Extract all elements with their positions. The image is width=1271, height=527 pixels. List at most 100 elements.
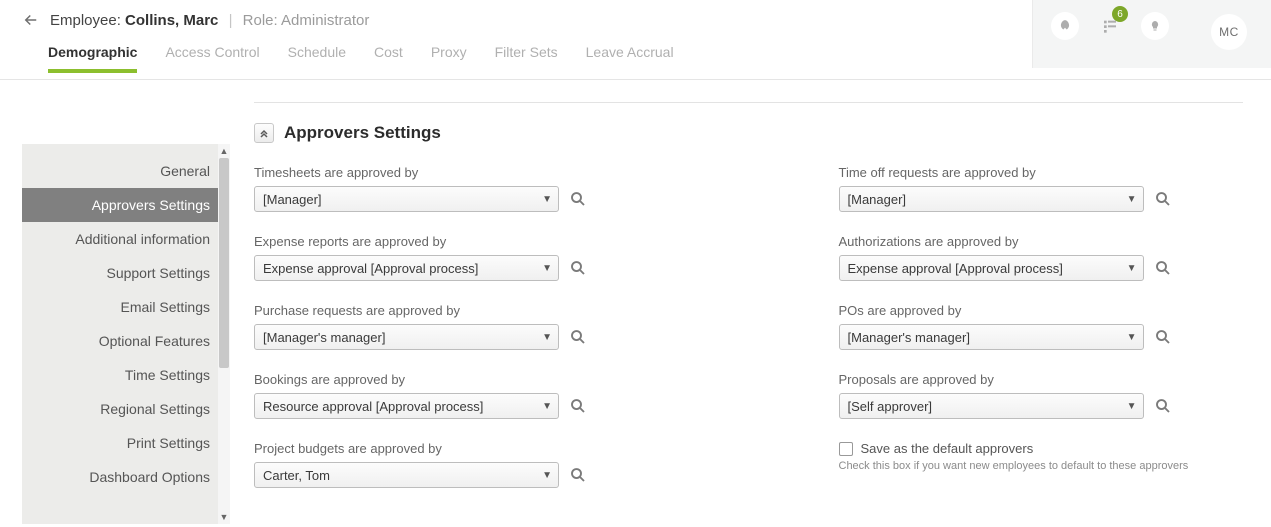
hint-text: Check this box if you want new employees… (839, 460, 1244, 472)
chevron-down-icon: ▼ (1127, 263, 1137, 274)
collapse-icon[interactable] (254, 123, 274, 143)
timesheets-select[interactable]: [Manager] ▼ (254, 186, 559, 212)
search-icon[interactable] (569, 190, 587, 208)
scroll-thumb[interactable] (219, 158, 229, 368)
field-label: Time off requests are approved by (839, 165, 1244, 180)
search-icon[interactable] (569, 259, 587, 277)
default-approvers-block: Save as the default approvers Check this… (839, 441, 1244, 488)
chevron-down-icon: ▼ (542, 332, 552, 343)
budgets-select[interactable]: Carter, Tom ▼ (254, 462, 559, 488)
chevron-down-icon: ▼ (542, 470, 552, 481)
chevron-down-icon: ▼ (1127, 194, 1137, 205)
tasks-icon[interactable]: 6 (1099, 12, 1121, 40)
field-label: Bookings are approved by (254, 372, 659, 387)
field-label: Expense reports are approved by (254, 234, 659, 249)
search-icon[interactable] (1154, 328, 1172, 346)
field-authorizations: Authorizations are approved by Expense a… (839, 234, 1244, 281)
field-label: Authorizations are approved by (839, 234, 1244, 249)
tab-demographic[interactable]: Demographic (48, 44, 137, 72)
checkbox-label: Save as the default approvers (861, 441, 1034, 456)
sidebar-item-time-settings[interactable]: Time Settings (22, 358, 230, 392)
tab-proxy[interactable]: Proxy (431, 44, 467, 72)
field-label: Proposals are approved by (839, 372, 1244, 387)
chevron-down-icon: ▼ (542, 194, 552, 205)
header: Employee: Collins, Marc | Role: Administ… (0, 0, 1271, 40)
sidebar-item-print-settings[interactable]: Print Settings (22, 426, 230, 460)
timeoff-select[interactable]: [Manager] ▼ (839, 186, 1144, 212)
employee-line: Employee: Collins, Marc | Role: Administ… (50, 12, 369, 29)
icon-group: 6 (1032, 0, 1187, 68)
select-value: [Manager] (263, 192, 322, 207)
select-value: [Self approver] (848, 399, 933, 414)
chevron-down-icon: ▼ (542, 263, 552, 274)
rocket-icon[interactable] (1051, 12, 1079, 40)
select-value: Carter, Tom (263, 468, 330, 483)
avatar[interactable]: MC (1211, 14, 1247, 50)
select-value: [Manager's manager] (263, 330, 385, 345)
tab-access-control[interactable]: Access Control (165, 44, 259, 72)
search-icon[interactable] (1154, 190, 1172, 208)
sidebar-item-additional-information[interactable]: Additional information (22, 222, 230, 256)
chevron-down-icon: ▼ (1127, 332, 1137, 343)
chevron-down-icon: ▼ (1127, 401, 1137, 412)
notification-badge: 6 (1112, 6, 1128, 22)
search-icon[interactable] (1154, 397, 1172, 415)
sidebar-scrollbar[interactable]: ▲ ▼ (218, 144, 230, 524)
field-label: Timesheets are approved by (254, 165, 659, 180)
select-value: [Manager's manager] (848, 330, 970, 345)
fields-grid: Timesheets are approved by [Manager] ▼ T… (254, 165, 1243, 488)
select-value: [Manager] (848, 192, 907, 207)
tab-schedule[interactable]: Schedule (288, 44, 346, 72)
search-icon[interactable] (569, 328, 587, 346)
field-timesheets: Timesheets are approved by [Manager] ▼ (254, 165, 659, 212)
field-label: POs are approved by (839, 303, 1244, 318)
select-value: Expense approval [Approval process] (263, 261, 478, 276)
authorizations-select[interactable]: Expense approval [Approval process] ▼ (839, 255, 1144, 281)
expense-select[interactable]: Expense approval [Approval process] ▼ (254, 255, 559, 281)
tab-cost[interactable]: Cost (374, 44, 403, 72)
role-text: Role: Administrator (243, 12, 370, 29)
chevron-down-icon: ▼ (542, 401, 552, 412)
sidebar-item-support-settings[interactable]: Support Settings (22, 256, 230, 290)
tab-leave-accrual[interactable]: Leave Accrual (586, 44, 674, 72)
lightbulb-icon[interactable] (1141, 12, 1169, 40)
select-value: Expense approval [Approval process] (848, 261, 1063, 276)
search-icon[interactable] (569, 466, 587, 484)
pos-select[interactable]: [Manager's manager] ▼ (839, 324, 1144, 350)
field-timeoff: Time off requests are approved by [Manag… (839, 165, 1244, 212)
scroll-up-icon[interactable]: ▲ (218, 144, 230, 158)
section-title: Approvers Settings (284, 123, 441, 143)
separator: | (229, 12, 233, 29)
sidebar-item-dashboard-options[interactable]: Dashboard Options (22, 460, 230, 494)
top-right-icons: 6 MC (1032, 0, 1271, 68)
field-purchase: Purchase requests are approved by [Manag… (254, 303, 659, 350)
section-header: Approvers Settings (254, 123, 1243, 143)
field-label: Purchase requests are approved by (254, 303, 659, 318)
search-icon[interactable] (1154, 259, 1172, 277)
avatar-section: MC (1187, 0, 1271, 68)
sidebar-item-email-settings[interactable]: Email Settings (22, 290, 230, 324)
field-proposals: Proposals are approved by [Self approver… (839, 372, 1244, 419)
search-icon[interactable] (569, 397, 587, 415)
purchase-select[interactable]: [Manager's manager] ▼ (254, 324, 559, 350)
field-bookings: Bookings are approved by Resource approv… (254, 372, 659, 419)
bookings-select[interactable]: Resource approval [Approval process] ▼ (254, 393, 559, 419)
field-label: Project budgets are approved by (254, 441, 659, 456)
field-pos: POs are approved by [Manager's manager] … (839, 303, 1244, 350)
content-area: General Approvers Settings Additional in… (0, 80, 1271, 527)
sidebar-item-general[interactable]: General (22, 154, 230, 188)
default-approvers-checkbox[interactable] (839, 442, 853, 456)
sidebar-item-regional-settings[interactable]: Regional Settings (22, 392, 230, 426)
main-panel: Approvers Settings Timesheets are approv… (230, 80, 1271, 527)
employee-prefix: Employee: (50, 12, 125, 29)
sidebar-item-approvers-settings[interactable]: Approvers Settings (22, 188, 230, 222)
select-value: Resource approval [Approval process] (263, 399, 483, 414)
back-arrow-icon[interactable] (22, 11, 40, 29)
sidebar: General Approvers Settings Additional in… (22, 144, 230, 524)
field-expense: Expense reports are approved by Expense … (254, 234, 659, 281)
sidebar-item-optional-features[interactable]: Optional Features (22, 324, 230, 358)
field-budgets: Project budgets are approved by Carter, … (254, 441, 659, 488)
scroll-down-icon[interactable]: ▼ (218, 510, 230, 524)
proposals-select[interactable]: [Self approver] ▼ (839, 393, 1144, 419)
tab-filter-sets[interactable]: Filter Sets (495, 44, 558, 72)
